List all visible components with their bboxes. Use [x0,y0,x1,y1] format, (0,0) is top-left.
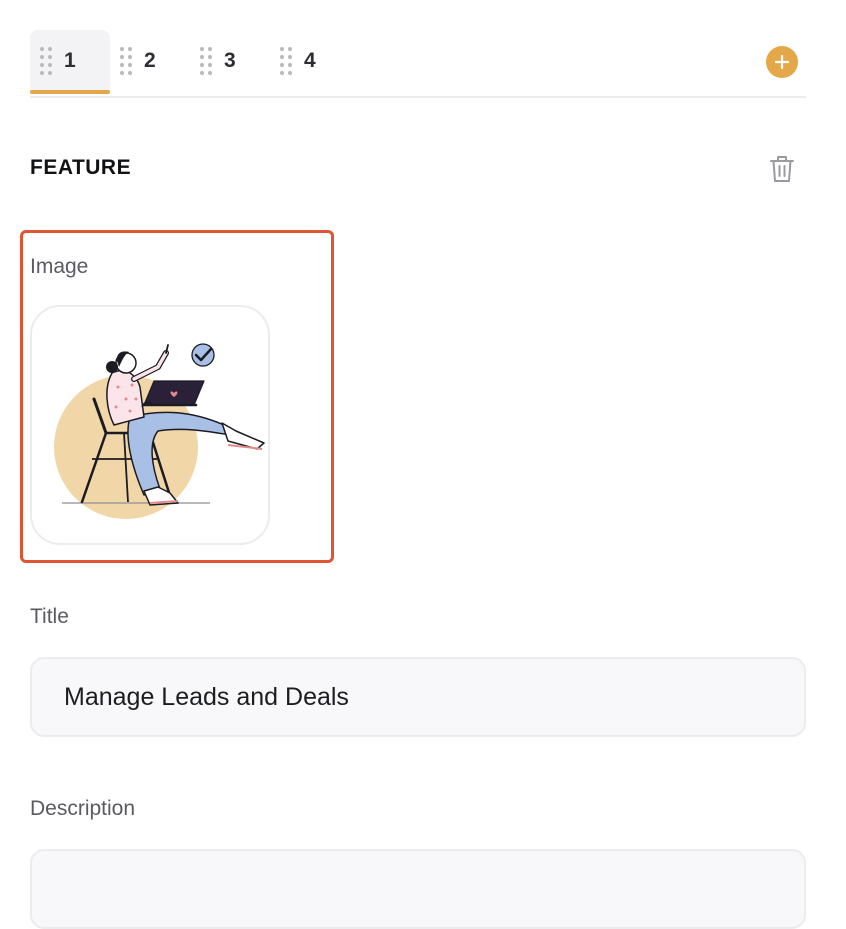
plus-icon [775,55,789,69]
drag-handle-icon[interactable] [200,47,212,75]
section-title: FEATURE [30,156,132,179]
tab-label: 4 [304,49,316,72]
drag-handle-icon[interactable] [40,47,52,75]
tab-label: 2 [144,49,156,72]
tab-3[interactable]: 3 [190,30,270,92]
image-picker[interactable] [30,305,270,545]
tab-4[interactable]: 4 [270,30,350,92]
tab-2[interactable]: 2 [110,30,190,92]
trash-icon [770,156,794,182]
tab-label: 3 [224,49,236,72]
title-input[interactable] [30,657,806,737]
add-tab-button[interactable] [766,46,798,78]
description-label: Description [30,797,136,820]
tab-1[interactable]: 1 [30,30,110,94]
tab-label: 1 [64,49,76,72]
drag-handle-icon[interactable] [120,47,132,75]
description-input[interactable] [30,849,806,929]
title-label: Title [30,605,69,628]
image-label: Image [30,255,89,278]
feature-tabs: 1 2 3 4 [30,30,806,98]
drag-handle-icon[interactable] [280,47,292,75]
delete-button[interactable] [768,154,796,184]
person-with-laptop-illustration [54,343,265,519]
